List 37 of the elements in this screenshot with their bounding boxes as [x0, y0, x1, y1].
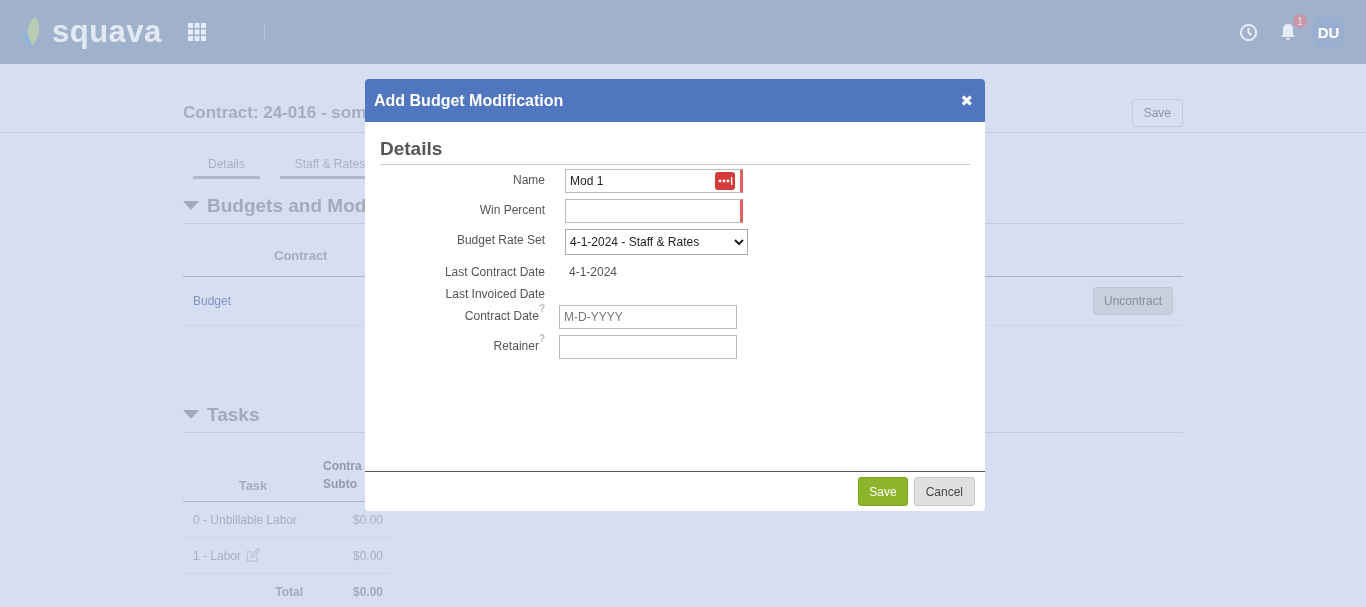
field-label: Budget Rate Set	[456, 233, 545, 247]
dots-icon[interactable]	[715, 172, 735, 190]
uncontract-button[interactable]: Uncontract	[1092, 287, 1173, 315]
section-title: Tasks	[207, 404, 260, 426]
logo-text: squava	[52, 14, 162, 50]
user-avatar[interactable]: DU	[1311, 14, 1346, 50]
rate-set-dropdown[interactable]: 4-1-2024 - Staff & Rates	[565, 229, 748, 255]
field-label: Contract Date	[464, 309, 539, 323]
total-label: Total	[274, 584, 304, 599]
field-label: Win Percent	[479, 203, 545, 217]
field-value: 4-1-2024	[569, 264, 618, 279]
apps-grid-icon[interactable]	[187, 23, 206, 41]
cancel-button[interactable]: Cancel	[913, 477, 975, 506]
bell-icon[interactable]	[1280, 23, 1296, 41]
close-button[interactable]: ✖	[958, 91, 975, 110]
save-button[interactable]: Save	[858, 477, 908, 506]
notification-badge: 1	[1293, 14, 1307, 28]
clock-icon[interactable]	[1239, 22, 1258, 42]
column-header: Contra Subto	[323, 458, 363, 493]
field-label: Retainer	[493, 339, 539, 353]
total-value: $0.00	[351, 584, 384, 599]
text-field[interactable]: Mod 1	[565, 169, 743, 193]
text-field[interactable]: M-D-YYYY	[559, 305, 737, 329]
budget-link[interactable]: Budget	[193, 294, 232, 308]
text-field[interactable]	[559, 335, 737, 359]
text-field[interactable]	[565, 199, 743, 223]
collapse-caret-icon[interactable]	[183, 201, 199, 211]
field-label: Last Invoiced Date	[445, 287, 545, 301]
section-title: Budgets and Mod	[207, 195, 367, 217]
field-label: Last Contract Date	[444, 265, 545, 279]
help-mark[interactable]: ?	[538, 333, 545, 344]
field-label: Name	[513, 173, 545, 187]
collapse-caret-icon[interactable]	[183, 410, 199, 420]
edit-icon[interactable]	[245, 548, 262, 563]
help-mark[interactable]: ?	[538, 303, 545, 314]
dialog-title: Add Budget Modification	[374, 91, 564, 110]
section-heading: Details	[380, 122, 970, 165]
